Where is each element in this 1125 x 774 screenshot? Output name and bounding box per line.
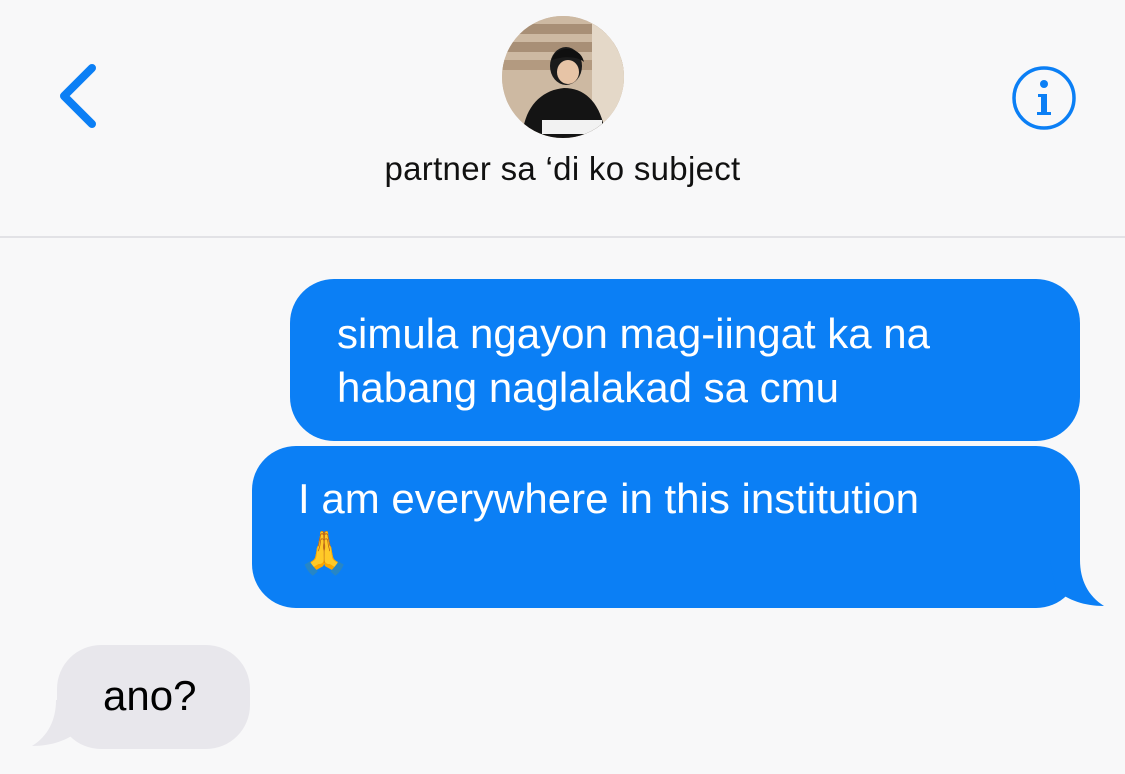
- info-button[interactable]: [1010, 64, 1078, 132]
- avatar-photo: [502, 16, 624, 138]
- message-line: ano?: [103, 672, 197, 719]
- message-line: I am everywhere in this institution: [298, 475, 919, 522]
- sent-bubble-tail: [1050, 560, 1104, 606]
- contact-name[interactable]: partner sa ‘di ko subject: [0, 150, 1125, 188]
- sent-message-bubble[interactable]: simula ngayon mag-iingat ka na habang na…: [290, 279, 1080, 441]
- back-button[interactable]: [52, 56, 112, 136]
- sent-message-bubble[interactable]: I am everywhere in this institution 🙏: [252, 446, 1080, 608]
- conversation-header: partner sa ‘di ko subject: [0, 0, 1125, 238]
- chevron-left-icon: [60, 64, 96, 128]
- contact-avatar[interactable]: [502, 16, 624, 138]
- message-line: habang naglalakad sa cmu: [337, 364, 840, 411]
- info-icon: [1012, 66, 1076, 130]
- received-bubble-tail: [32, 700, 86, 746]
- message-line: simula ngayon mag-iingat ka na: [337, 310, 931, 357]
- folded-hands-emoji: 🙏: [298, 528, 351, 577]
